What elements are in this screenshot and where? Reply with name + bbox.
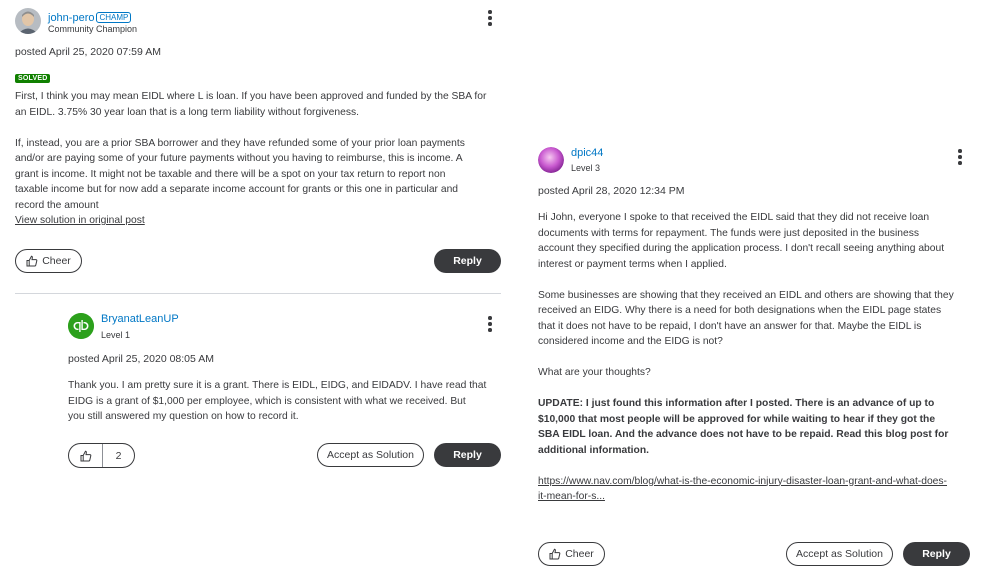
kudos-control: 2 [68, 443, 135, 468]
username[interactable]: john-pero [48, 12, 94, 24]
post-divider [15, 293, 501, 294]
update-line: additional information. [538, 444, 649, 456]
username[interactable]: dpic44 [571, 147, 603, 159]
body-line: If, instead, you are a prior SBA borrowe… [15, 137, 465, 149]
more-options-icon[interactable] [488, 316, 492, 332]
body-line: that it does not have to be repaid, I do… [538, 320, 922, 332]
body-line: documents with terms for repayment. The … [538, 227, 919, 239]
body-line: record the amount [15, 199, 99, 211]
more-options-icon[interactable] [488, 10, 492, 26]
post-body: Thank you. I am pretty sure it is a gran… [68, 378, 498, 425]
body-line: First, I think you may mean EIDL where L… [15, 91, 487, 102]
update-line: UPDATE: I just found this information af… [538, 398, 935, 409]
body-line: received an EIDG. Why there is a need fo… [538, 305, 942, 316]
post-timestamp: posted April 28, 2020 12:34 PM [538, 185, 685, 197]
reply-button[interactable]: Reply [434, 443, 501, 467]
cheer-label: Cheer [42, 255, 71, 267]
body-line: What are your thoughts? [538, 367, 651, 378]
user-rank: Community Champion [48, 24, 138, 34]
kudos-count: 2 [115, 449, 122, 462]
reply-button[interactable]: Reply [903, 542, 970, 566]
kudo-button[interactable] [69, 444, 103, 467]
accept-solution-button[interactable]: Accept as Solution [786, 542, 893, 566]
body-line: interest or payment terms when I applied… [538, 258, 727, 270]
body-line: Hi John, everyone I spoke to that receiv… [538, 212, 930, 223]
body-line: you still answered my question on how to… [68, 411, 299, 422]
accept-label: Accept as Solution [327, 449, 414, 461]
reply-label: Reply [453, 449, 482, 461]
user-rank: Level 1 [101, 330, 131, 340]
user-rank: Level 3 [571, 163, 601, 173]
body-line: grant is income. It might not be taxable… [15, 168, 446, 180]
accept-label: Accept as Solution [796, 548, 883, 560]
thumbs-up-icon [549, 548, 561, 560]
cheer-label: Cheer [565, 548, 594, 560]
body-line: account they specified during the applic… [538, 243, 945, 254]
blog-link[interactable]: https://www.nav.com/blog/what-is-the-eco… [538, 476, 947, 487]
cheer-button[interactable]: Cheer [15, 249, 82, 273]
thumbs-up-icon [26, 255, 38, 267]
avatar[interactable] [15, 8, 41, 34]
solved-badge: SOLVED [15, 74, 51, 83]
body-line: Thank you. I am pretty sure it is a gran… [68, 380, 487, 391]
reply-label: Reply [922, 548, 951, 560]
view-solution-link[interactable]: View solution in original post [15, 215, 145, 226]
champ-badge: CHAMP [96, 12, 132, 23]
body-line: taxable income but for now add a separat… [15, 184, 459, 195]
post-timestamp: posted April 25, 2020 08:05 AM [68, 353, 214, 365]
body-line: Some businesses are showing that they re… [538, 289, 954, 301]
thumbs-up-icon [80, 450, 91, 461]
username[interactable]: BryanatLeanUP [101, 313, 179, 325]
blog-link[interactable]: it-mean-for-s... [538, 491, 605, 502]
post-body: First, I think you may mean EIDL where L… [15, 89, 505, 229]
body-line: considered income and the EIDG is not? [538, 336, 723, 347]
body-line: an EIDL. 3.75% 30 year loan that is a lo… [15, 106, 359, 118]
update-line: SBA EIDL loan. And the advance does not … [538, 429, 949, 440]
more-options-icon[interactable] [958, 149, 962, 165]
update-line: $10,000 that most people will be approve… [538, 413, 936, 425]
body-line: EIDG is a grant of $1,000 per employee, … [68, 395, 466, 407]
avatar[interactable] [538, 147, 564, 173]
quickbooks-avatar-icon[interactable] [68, 313, 94, 339]
cheer-button[interactable]: Cheer [538, 542, 605, 566]
reply-button[interactable]: Reply [434, 249, 501, 273]
post-body: Hi John, everyone I spoke to that receiv… [538, 210, 983, 505]
post-timestamp: posted April 25, 2020 07:59 AM [15, 46, 161, 58]
body-line: and/or are paying some of your future pa… [15, 153, 463, 164]
accept-solution-button[interactable]: Accept as Solution [317, 443, 424, 467]
reply-label: Reply [453, 255, 482, 267]
